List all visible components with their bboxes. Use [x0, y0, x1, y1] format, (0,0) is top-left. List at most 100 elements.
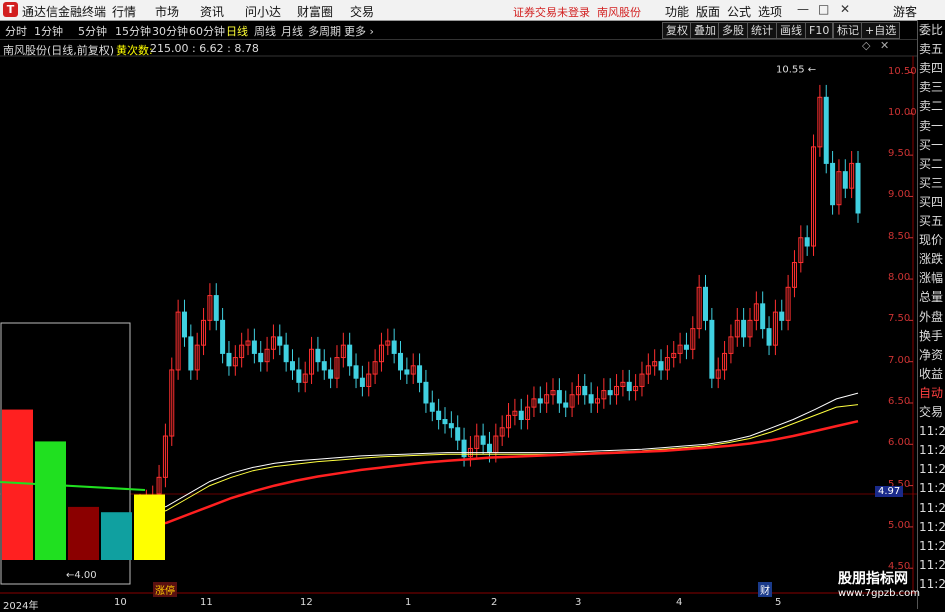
watermark-logo: 股朋指标网 www.7gpzb.com [838, 571, 920, 599]
y-axis-label: 9.50 [888, 148, 911, 160]
guest-user[interactable]: 游客 [893, 3, 917, 20]
stats-button[interactable]: 统计 [747, 22, 777, 39]
ma-red-line [144, 419, 859, 529]
tab-60min[interactable]: 60分钟 [189, 23, 225, 39]
finance-tag[interactable]: 财 [758, 582, 772, 597]
diamond-icon[interactable]: ◇ [862, 39, 871, 52]
side-panel-item[interactable]: 收益 [919, 366, 945, 383]
tab-multi-period[interactable]: 多周期 [308, 23, 341, 39]
side-panel-item[interactable]: 11:29 [919, 423, 945, 440]
menu-item-trade[interactable]: 交易 [350, 3, 374, 20]
multi-stock-button[interactable]: 多股 [718, 22, 748, 39]
y-axis-label: 8.00 [888, 272, 911, 284]
adjust-button[interactable]: 复权 [662, 22, 692, 39]
menu-item-news[interactable]: 资讯 [200, 3, 224, 20]
draw-line-button[interactable]: 画线 [776, 22, 806, 39]
menu-item-layout[interactable]: 版面 [696, 3, 720, 20]
side-panel-item[interactable]: 交易 [919, 404, 945, 421]
side-panel-item[interactable]: 11:29 [919, 461, 945, 478]
side-panel-item[interactable]: 买五 [919, 213, 945, 230]
candle-body [391, 340, 397, 354]
tab-1min[interactable]: 1分钟 [34, 23, 63, 39]
side-panel-item[interactable]: 11:29 [919, 500, 945, 517]
side-panel-item[interactable]: 11:29 [919, 519, 945, 536]
tab-monthly[interactable]: 月线 [281, 23, 303, 39]
menu-item-options[interactable]: 选项 [758, 3, 782, 20]
side-panel-item[interactable]: 11:29 [919, 538, 945, 555]
side-panel-item[interactable]: 卖二 [919, 98, 945, 115]
tab-intraday[interactable]: 分时 [5, 23, 27, 39]
maximize-icon[interactable]: □ [818, 2, 829, 16]
candle-body [842, 171, 848, 189]
side-panel-item[interactable]: 涨幅 [919, 270, 945, 287]
y-axis-label: 5.00 [888, 519, 911, 531]
menu-item-ask[interactable]: 问小达 [245, 3, 281, 20]
minimize-icon[interactable]: — [797, 2, 809, 16]
side-panel-item[interactable]: 现价 [919, 232, 945, 249]
side-panel-item[interactable]: 换手 [919, 328, 945, 345]
menu-item-market[interactable]: 市场 [155, 3, 179, 20]
candle-body [563, 402, 569, 408]
candle-body [709, 319, 715, 379]
add-watchlist-button[interactable]: +自选 [861, 22, 901, 39]
inset-bar [2, 409, 33, 560]
f10-button[interactable]: F10 [805, 22, 834, 39]
ma-lines-group [144, 392, 859, 529]
side-panel-item[interactable]: 11:29 [919, 576, 945, 593]
tab-30min[interactable]: 30分钟 [152, 23, 188, 39]
tab-15min[interactable]: 15分钟 [115, 23, 151, 39]
close-chart-icon[interactable]: ✕ [880, 39, 889, 52]
side-panel-item[interactable]: 11:29 [919, 480, 945, 497]
side-panel-item[interactable]: 外盘 [919, 309, 945, 326]
side-panel-item[interactable]: 净资 [919, 347, 945, 364]
side-panel-item[interactable]: 涨跌 [919, 251, 945, 268]
close-icon[interactable]: ✕ [840, 2, 850, 16]
side-panel-item[interactable]: 卖一 [919, 118, 945, 135]
candle-body [607, 390, 613, 396]
candle-body [823, 96, 829, 164]
candle-body [359, 377, 365, 387]
date-label: 5 [775, 597, 782, 608]
side-panel-item[interactable]: 委比 [919, 22, 945, 39]
menu-item-wealth[interactable]: 财富圈 [297, 3, 333, 20]
date-label: 2 [491, 597, 498, 608]
menu-item-function[interactable]: 功能 [665, 3, 689, 20]
candle-body [556, 390, 562, 404]
side-panel-item[interactable]: 11:29 [919, 557, 945, 574]
candle-body [398, 352, 404, 371]
tab-daily[interactable]: 日线 [226, 23, 248, 39]
mark-button[interactable]: 标记 [833, 22, 863, 39]
low-price-annotation: ←4.00 [66, 570, 97, 581]
inset-bar [68, 506, 99, 560]
side-panel-item[interactable]: 11:29 [919, 442, 945, 459]
side-panel-item[interactable]: 买二 [919, 156, 945, 173]
inset-bar [134, 494, 165, 560]
y-axis-label: 10.00 [888, 106, 917, 118]
side-panel-item[interactable]: 买三 [919, 175, 945, 192]
limit-up-tag[interactable]: 涨停 [153, 582, 177, 597]
side-panel-item[interactable]: 卖三 [919, 79, 945, 96]
menu-item-formula[interactable]: 公式 [727, 3, 751, 20]
side-panel-item[interactable]: 自动 [919, 385, 945, 402]
side-panel-item[interactable]: 卖四 [919, 60, 945, 77]
tab-5min[interactable]: 5分钟 [78, 23, 107, 39]
candle-body [213, 295, 219, 321]
overlay-button[interactable]: 叠加 [690, 22, 720, 39]
tab-weekly[interactable]: 周线 [254, 23, 276, 39]
app-logo-icon: T [3, 2, 18, 17]
quote-side-panel: 委比卖五卖四卖三卖二卖一买一买二买三买四买五现价涨跌涨幅总量外盘换手净资收益自动… [917, 20, 945, 609]
menu-item-quotes[interactable]: 行情 [112, 3, 136, 20]
login-notice[interactable]: 证券交易未登录 南风股份 [513, 4, 641, 20]
tab-more[interactable]: 更多 › [344, 23, 374, 39]
side-panel-item[interactable]: 卖五 [919, 41, 945, 58]
side-panel-item[interactable]: 总量 [919, 289, 945, 306]
candle-body [353, 365, 359, 379]
candle-body [283, 344, 289, 363]
candle-body [423, 381, 429, 404]
side-panel-item[interactable]: 买一 [919, 137, 945, 154]
candle-body [417, 365, 423, 383]
side-panel-item[interactable]: 买四 [919, 194, 945, 211]
kline-chart[interactable]: 10.55 ← ←4.00 ◇ ✕ [0, 38, 917, 598]
candle-body [289, 361, 295, 371]
y-axis-label: 6.00 [888, 437, 911, 449]
